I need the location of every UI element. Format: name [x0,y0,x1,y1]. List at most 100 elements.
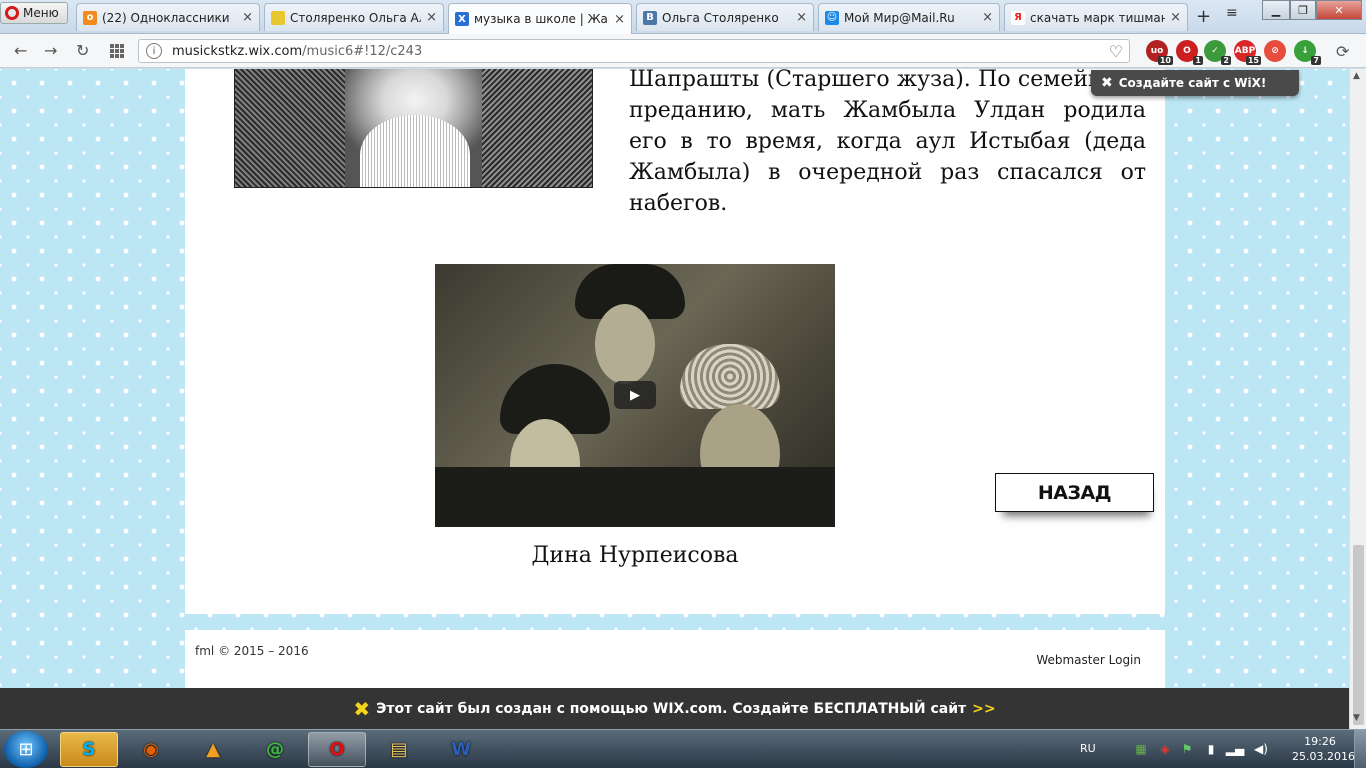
taskbar-app[interactable]: ▤ [370,732,428,767]
tab-title: музыка в школе | Жамбы [474,12,609,26]
close-tab-icon[interactable]: × [242,10,253,25]
browser-tab[interactable]: o (22) Одноклассники × [76,3,260,31]
extensions-menu-icon[interactable]: ⟳ [1336,42,1349,61]
extension-badge: 7 [1311,56,1321,65]
show-desktop-button[interactable] [1354,730,1366,768]
site-info-icon[interactable]: i [146,43,162,59]
close-window-button[interactable]: ✕ [1316,0,1362,20]
wix-logo-icon: ✖ [1101,75,1113,91]
battery-tray-icon[interactable]: ▮ [1204,742,1218,756]
copyright-text: fml © 2015 – 2016 [195,644,309,658]
opera-menu-button[interactable]: Меню [0,2,68,24]
video-caption: Дина Нурпеисова [531,543,739,568]
language-indicator[interactable]: RU [1080,742,1096,755]
reload-icon[interactable]: ↻ [76,41,89,60]
yandex-icon: Я [1011,10,1025,25]
odnoklassniki-icon: o [83,10,97,25]
close-tab-icon[interactable]: × [1170,10,1181,25]
taskbar-app[interactable]: W [432,732,490,767]
stop-icon[interactable]: ⊘ [1264,40,1286,62]
extension-glyph: ✓ [1211,46,1219,56]
mymail-icon: ☺ [825,10,839,25]
tab-list-button[interactable]: ≡ [1226,5,1238,21]
taskbar-app[interactable]: ▲ [184,732,242,767]
extension-badge: 10 [1157,56,1173,65]
extension-glyph: ↓ [1301,46,1309,56]
opera-icon: O [329,739,345,760]
word-icon: W [451,739,471,760]
address-bar[interactable]: i musickstkz.wix.com/music6#!12/c243 ♡ [138,39,1130,63]
biography-text: Шапрашты (Старшего жуза). По семейному п… [629,69,1146,216]
close-tab-icon[interactable]: × [426,10,437,25]
browser-tab[interactable]: Яскачать марк тишман вс × [1004,3,1188,31]
play-icon[interactable]: ▶ [614,381,656,409]
skype-icon: S [82,739,96,760]
video-player[interactable]: ▶ [435,264,835,527]
clock[interactable]: 19:26 25.03.2016 [1292,734,1355,764]
download-icon[interactable]: ↓ 7 [1294,40,1321,65]
mail-agent-icon: @ [266,739,284,760]
aimp-icon: ▲ [206,739,220,760]
bookmark-heart-icon[interactable]: ♡ [1109,42,1123,61]
close-tab-icon[interactable]: × [982,10,993,25]
wix-banner-text: Этот сайт был создан с помощью WIX.com. … [376,700,967,717]
tab-title: Ольга Столяренко [662,10,779,25]
page-footer: fml © 2015 – 2016 Webmaster Login [185,630,1165,688]
browser-tab[interactable]: B Ольга Столяренко × [636,3,814,31]
wix-create-site-popup[interactable]: ✖ Создайте сайт с WiX! [1091,70,1299,96]
extension-glyph: ⊘ [1271,46,1279,56]
vk-icon: B [643,10,657,25]
extension-glyph: O [1183,46,1191,56]
wix-logo-icon: ✖ [353,696,371,721]
wix-popup-label: Создайте сайт с WiX! [1118,76,1267,90]
taskbar-app[interactable]: O [308,732,366,767]
tab-title: Столяренко Ольга Алекс [290,10,421,25]
tab-title: Мой Мир@Mail.Ru [844,10,955,25]
flag-tray-icon[interactable]: ⚑ [1180,742,1194,756]
network-tray-icon[interactable]: ▦ [1134,742,1148,756]
extension-glyph: uo [1150,46,1164,56]
forward-arrow-icon[interactable]: → [44,41,57,60]
new-tab-button[interactable]: + [1196,6,1211,27]
tab-title: (22) Одноклассники [102,10,230,25]
browser-tab[interactable]: ☺ Мой Мир@Mail.Ru × [818,3,1000,31]
taskbar-app[interactable]: ◉ [122,732,180,767]
clock-date: 25.03.2016 [1292,750,1355,763]
close-tab-icon[interactable]: × [796,10,807,25]
browser-tab[interactable]: Столяренко Ольга Алекс × [264,3,444,31]
taskbar-app[interactable]: @ [246,732,304,767]
vertical-scrollbar[interactable]: ▲ ▼ [1349,69,1366,729]
firefox-icon: ◉ [143,739,159,760]
back-button[interactable]: НАЗАД [995,473,1154,512]
wix-banner[interactable]: ✖ Этот сайт был создан с помощью WIX.com… [0,688,1349,729]
wix-icon: X [455,12,469,26]
jambyl-portrait-image [234,69,593,188]
page-icon [271,10,285,25]
adblock-icon[interactable]: ABP 15 [1234,40,1261,65]
scroll-thumb[interactable] [1353,545,1364,725]
browser-tab[interactable]: Xмузыка в школе | Жамбы × [448,3,632,34]
url-path: /music6#!12/c243 [302,43,423,59]
clock-time: 19:26 [1304,735,1336,748]
webmaster-login-link[interactable]: Webmaster Login [1036,653,1141,667]
windows-taskbar: ⊞ S ◉ ▲ @ O ▤ W RU ▦ ◈ ⚑ ▮ ▂▄ ◀) 19:26 25.03.2… [0,729,1366,768]
url-host: musickstkz.wix.com [172,43,303,59]
extension-badge: 15 [1245,56,1261,65]
close-tab-icon[interactable]: × [614,12,625,27]
scroll-down-icon[interactable]: ▼ [1353,713,1360,723]
security-tray-icon[interactable]: ◈ [1158,742,1172,756]
opera-turbo-icon[interactable]: O1 [1176,40,1203,65]
maximize-button[interactable]: ❐ [1290,0,1316,20]
start-button[interactable]: ⊞ [4,731,48,768]
back-arrow-icon[interactable]: ← [14,41,27,60]
taskbar-app[interactable]: S [60,732,118,767]
speed-dial-icon[interactable] [110,44,124,58]
content-panel: Шапрашты (Старшего жуза). По семейному п… [185,69,1165,614]
signal-tray-icon[interactable]: ▂▄ [1226,742,1244,756]
minimize-button[interactable]: ▁ [1262,0,1290,20]
scroll-up-icon[interactable]: ▲ [1353,71,1360,81]
ublock-icon[interactable]: uo 10 [1146,40,1173,65]
shield-icon[interactable]: ✓ 2 [1204,40,1231,65]
volume-tray-icon[interactable]: ◀) [1254,742,1268,756]
opera-logo-icon [5,6,19,20]
